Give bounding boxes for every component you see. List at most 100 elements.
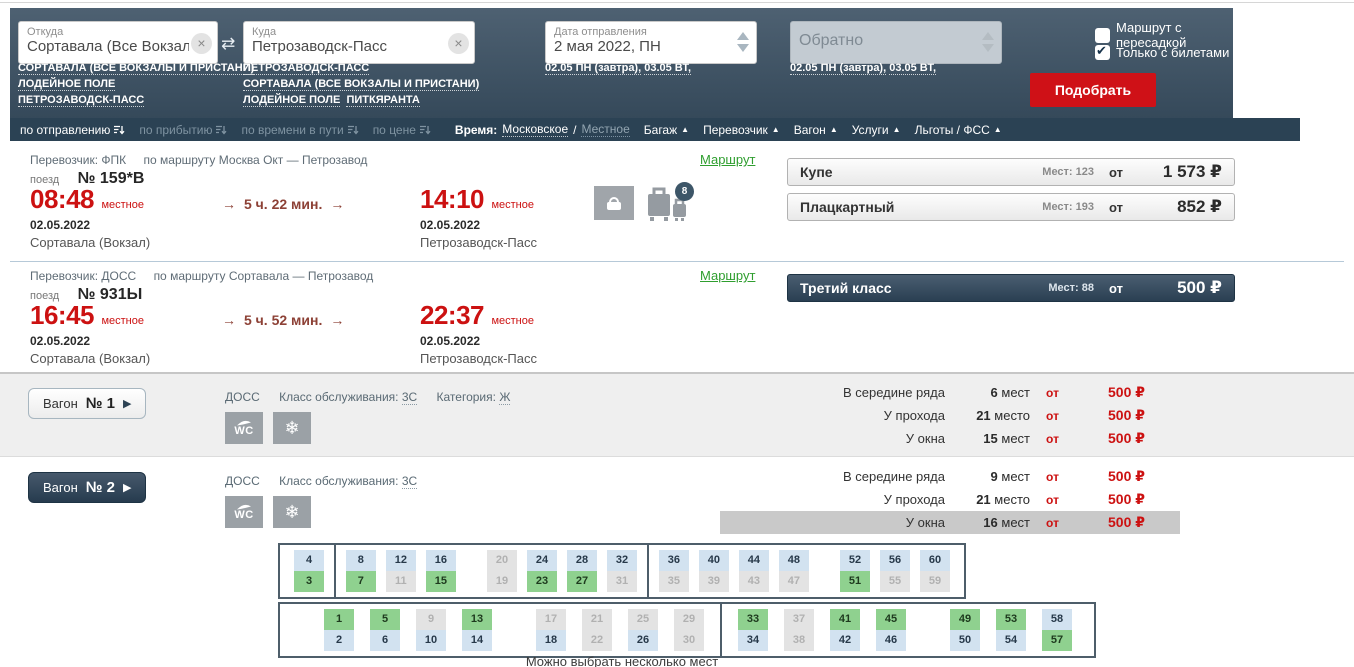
- seat-8[interactable]: 8: [346, 550, 376, 571]
- seat-price-row[interactable]: У окна 15 мест от 500 ₽: [720, 427, 1180, 450]
- class-button-kupe[interactable]: Купе Мест: 123 от 1 573 ₽: [787, 158, 1235, 186]
- from-input[interactable]: [27, 38, 189, 55]
- station-link[interactable]: СОРТАВАЛА (ВСЕ ВОКЗАЛЫ И ПРИСТАНИ): [243, 78, 479, 91]
- sort-by-travel-time[interactable]: по времени в пути: [241, 123, 358, 137]
- seat-10[interactable]: 10: [416, 630, 446, 651]
- route-link[interactable]: Маршрут: [700, 152, 755, 167]
- return-date-field[interactable]: [790, 21, 1002, 64]
- to-input[interactable]: [252, 38, 446, 55]
- seat-26[interactable]: 26: [628, 630, 658, 651]
- filter-carrier[interactable]: Перевозчик▲: [703, 123, 780, 137]
- seat-3[interactable]: 3: [294, 571, 324, 592]
- sort-by-departure[interactable]: по отправлению: [20, 123, 125, 137]
- seat-48[interactable]: 48: [779, 550, 809, 571]
- seat-27[interactable]: 27: [567, 571, 597, 592]
- seat-42[interactable]: 42: [830, 630, 860, 651]
- seat-12[interactable]: 12: [386, 550, 416, 571]
- seat-price-row[interactable]: В середине ряда 9 мест от 500 ₽: [720, 465, 1180, 488]
- seat-28[interactable]: 28: [567, 550, 597, 571]
- sort-by-price[interactable]: по цене: [373, 123, 431, 137]
- seat-46[interactable]: 46: [876, 630, 906, 651]
- date-spinner[interactable]: [737, 32, 749, 52]
- seat-33[interactable]: 33: [738, 609, 768, 630]
- date-link[interactable]: 03.05 ВТ,: [889, 62, 936, 75]
- filter-services[interactable]: Услуги▲: [852, 123, 901, 137]
- seat-32[interactable]: 32: [607, 550, 637, 571]
- seat-57[interactable]: 57: [1042, 630, 1072, 651]
- class-button-platzkart[interactable]: Плацкартный Мест: 193 от 852 ₽: [787, 193, 1235, 221]
- clear-from-icon[interactable]: ×: [191, 33, 212, 54]
- tickets-only-checkbox[interactable]: ✔ Только с билетами: [1095, 45, 1229, 60]
- seat-price-row[interactable]: В середине ряда 6 мест от 500 ₽: [720, 381, 1180, 404]
- service-class-link[interactable]: 3С: [402, 390, 417, 405]
- swap-stations-button[interactable]: ⇄: [221, 34, 235, 54]
- station-link[interactable]: ЛОДЕЙНОЕ ПОЛЕ: [243, 94, 340, 107]
- depart-date-input[interactable]: [554, 38, 728, 55]
- seat-price-row-selected[interactable]: У окна 16 мест от 500 ₽: [720, 511, 1180, 534]
- seat-56[interactable]: 56: [880, 550, 910, 571]
- date-link[interactable]: 02.05 ПН (завтра),: [545, 62, 641, 75]
- route-link[interactable]: Маршрут: [700, 268, 755, 283]
- spinner-up-icon[interactable]: [737, 32, 749, 40]
- wagon-2-button[interactable]: Вагон № 2 ▶: [28, 472, 146, 503]
- seat-13[interactable]: 13: [462, 609, 492, 630]
- station-link[interactable]: ПЕТРОЗАВОДСК-ПАСС: [243, 62, 369, 75]
- seat-53[interactable]: 53: [996, 609, 1026, 630]
- seat-50[interactable]: 50: [950, 630, 980, 651]
- sort-by-arrival[interactable]: по прибытию: [139, 123, 227, 137]
- seat-5[interactable]: 5: [370, 609, 400, 630]
- filter-benefits[interactable]: Льготы / ФСС▲: [915, 123, 1002, 137]
- seat-52[interactable]: 52: [840, 550, 870, 571]
- filter-wagon[interactable]: Вагон▲: [794, 123, 838, 137]
- depart-date-field[interactable]: Дата отправления: [545, 21, 757, 64]
- seat-24[interactable]: 24: [527, 550, 557, 571]
- timezone-local-link[interactable]: Местное: [581, 122, 629, 137]
- station-link[interactable]: ЛОДЕЙНОЕ ПОЛЕ: [18, 78, 115, 91]
- station-link[interactable]: ПЕТРОЗАВОДСК-ПАСС: [18, 94, 144, 107]
- from-field[interactable]: Откуда ×: [18, 21, 218, 64]
- spinner-up-icon[interactable]: [982, 32, 994, 40]
- transfer-checkbox-box[interactable]: ✔: [1095, 28, 1110, 43]
- seat-2[interactable]: 2: [324, 630, 354, 651]
- seat-4[interactable]: 4: [294, 550, 324, 571]
- return-date-input[interactable]: [799, 32, 973, 50]
- seat-60[interactable]: 60: [920, 550, 950, 571]
- seat-41[interactable]: 41: [830, 609, 860, 630]
- seat-44[interactable]: 44: [739, 550, 769, 571]
- station-link[interactable]: СОРТАВАЛА (ВСЕ ВОКЗАЛЫ И ПРИСТАНИ): [18, 62, 254, 75]
- seat-price-row[interactable]: У прохода 21 место от 500 ₽: [720, 404, 1180, 427]
- clear-to-icon[interactable]: ×: [448, 33, 469, 54]
- seat-18[interactable]: 18: [536, 630, 566, 651]
- seat-34[interactable]: 34: [738, 630, 768, 651]
- seat-36[interactable]: 36: [659, 550, 689, 571]
- submit-search-button[interactable]: Подобрать: [1030, 73, 1156, 107]
- seat-45[interactable]: 45: [876, 609, 906, 630]
- class-button-third-class[interactable]: Третий класс Мест: 88 от 500 ₽: [787, 274, 1235, 302]
- seat-58[interactable]: 58: [1042, 609, 1072, 630]
- seat-7[interactable]: 7: [346, 571, 376, 592]
- seat-1[interactable]: 1: [324, 609, 354, 630]
- seat-15[interactable]: 15: [426, 571, 456, 592]
- spinner-down-icon[interactable]: [737, 44, 749, 52]
- seat-54[interactable]: 54: [996, 630, 1026, 651]
- tickets-only-checkbox-box[interactable]: ✔: [1095, 45, 1110, 60]
- filter-baggage[interactable]: Багаж▲: [644, 123, 689, 137]
- spinner-down-icon[interactable]: [982, 44, 994, 52]
- timezone-moscow-link[interactable]: Московское: [502, 122, 568, 137]
- service-class-link[interactable]: 3С: [402, 474, 417, 489]
- seat-23[interactable]: 23: [527, 571, 557, 592]
- date-link[interactable]: 02.05 ПН (завтра),: [790, 62, 886, 75]
- seat-51[interactable]: 51: [840, 571, 870, 592]
- station-link[interactable]: ПИТКЯРАНТА: [346, 94, 419, 107]
- category-link[interactable]: Ж: [499, 390, 510, 405]
- to-field[interactable]: Куда ×: [243, 21, 475, 64]
- return-spinner[interactable]: [982, 32, 994, 52]
- seat-14[interactable]: 14: [462, 630, 492, 651]
- date-link[interactable]: 03.05 ВТ,: [644, 62, 691, 75]
- seat-6[interactable]: 6: [370, 630, 400, 651]
- seat-40[interactable]: 40: [699, 550, 729, 571]
- seat-49[interactable]: 49: [950, 609, 980, 630]
- seat-16[interactable]: 16: [426, 550, 456, 571]
- seat-price-row[interactable]: У прохода 21 место от 500 ₽: [720, 488, 1180, 511]
- wagon-1-button[interactable]: Вагон № 1 ▶: [28, 388, 146, 419]
